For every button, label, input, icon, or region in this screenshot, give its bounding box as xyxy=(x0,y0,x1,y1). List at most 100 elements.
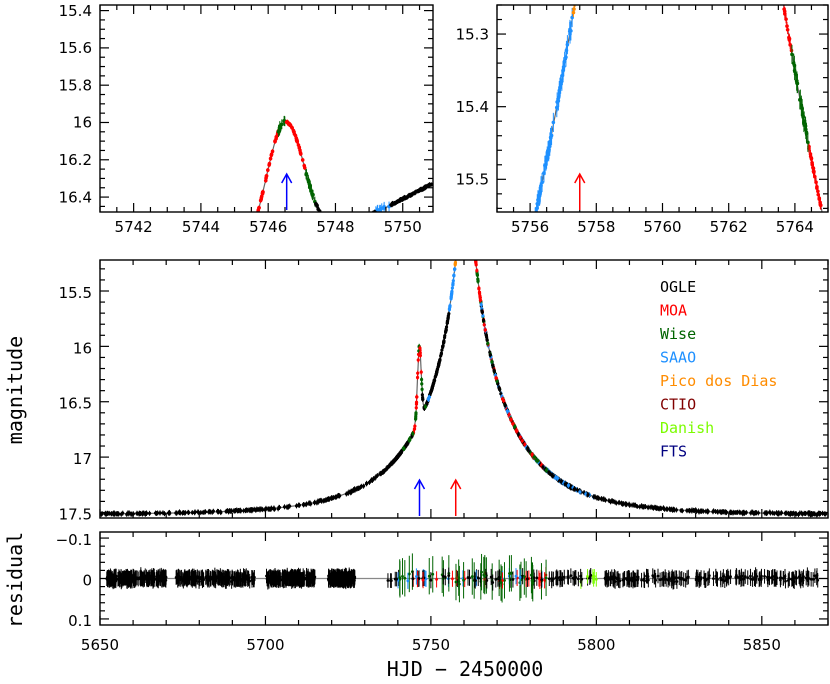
data-point xyxy=(472,240,475,243)
data-point xyxy=(613,500,617,504)
data-point xyxy=(193,275,197,279)
data-point xyxy=(261,190,265,194)
y-tick-label: 15.4 xyxy=(59,2,92,20)
data-point xyxy=(472,242,475,245)
data-point xyxy=(520,279,524,283)
data-point xyxy=(264,174,269,178)
data-point xyxy=(173,281,177,285)
data-point xyxy=(506,337,510,341)
x-tick-label: 5758 xyxy=(577,218,615,236)
data-point xyxy=(160,285,164,289)
data-point xyxy=(519,285,523,289)
data-point xyxy=(525,255,529,259)
data-point xyxy=(132,291,136,295)
data-point xyxy=(199,273,203,277)
data-point xyxy=(363,215,367,219)
data-point xyxy=(482,323,486,327)
data-point xyxy=(474,255,477,258)
data-point xyxy=(195,275,199,279)
data-point xyxy=(136,290,140,294)
data-point xyxy=(191,277,195,281)
data-point xyxy=(538,192,542,196)
data-point xyxy=(356,218,360,222)
data-point xyxy=(790,52,794,57)
data-point xyxy=(813,174,817,179)
legend-entry: Danish xyxy=(660,419,714,437)
data-point xyxy=(457,223,460,226)
data-point xyxy=(418,346,422,350)
data-point xyxy=(526,252,530,256)
data-point xyxy=(469,203,472,206)
data-point xyxy=(173,281,177,285)
data-point xyxy=(244,508,248,512)
data-point xyxy=(162,284,166,288)
data-point xyxy=(729,511,733,515)
data-point xyxy=(104,297,108,301)
data-point xyxy=(448,304,452,308)
data-point xyxy=(504,346,508,350)
data-point xyxy=(294,138,299,143)
data-point xyxy=(772,511,776,516)
data-point xyxy=(363,215,367,219)
data-point xyxy=(749,511,753,515)
data-point xyxy=(149,287,153,291)
data-point xyxy=(197,274,201,278)
data-point xyxy=(593,495,597,499)
data-point xyxy=(127,511,131,515)
data-point xyxy=(114,295,118,299)
data-point xyxy=(521,270,525,274)
data-point xyxy=(796,512,801,517)
data-point xyxy=(394,200,398,205)
data-point xyxy=(118,294,122,298)
data-point xyxy=(485,337,489,342)
data-point xyxy=(110,296,114,300)
data-point xyxy=(382,206,386,210)
data-point xyxy=(415,375,420,380)
data-point xyxy=(121,511,125,515)
data-point xyxy=(135,290,139,294)
data-point xyxy=(536,198,540,202)
data-point xyxy=(572,487,576,491)
data-point xyxy=(480,310,484,314)
data-point xyxy=(192,276,196,280)
data-point xyxy=(152,286,156,290)
y-tick-label: 16 xyxy=(73,339,92,357)
data-point xyxy=(276,507,280,511)
data-point xyxy=(208,271,212,275)
data-point xyxy=(488,353,492,357)
data-point xyxy=(391,460,395,464)
data-point xyxy=(617,501,621,505)
data-point xyxy=(420,387,424,391)
data-point xyxy=(119,295,123,299)
legend-entry: Wise xyxy=(660,325,696,343)
data-point xyxy=(358,217,362,221)
data-point xyxy=(213,269,217,273)
data-point xyxy=(141,289,145,293)
data-point xyxy=(568,27,572,32)
data-point xyxy=(735,510,740,514)
data-point xyxy=(668,508,672,512)
data-point xyxy=(173,281,177,285)
data-point xyxy=(465,165,468,168)
data-point xyxy=(526,246,530,250)
data-point xyxy=(474,254,477,257)
data-point xyxy=(453,262,457,266)
data-point xyxy=(129,291,133,295)
data-point xyxy=(522,268,526,272)
data-point xyxy=(742,511,747,515)
data-point xyxy=(244,244,248,248)
data-point xyxy=(191,276,195,280)
data-point xyxy=(220,268,224,272)
data-point xyxy=(113,296,117,300)
x-tick-label: 5748 xyxy=(316,218,354,236)
data-point xyxy=(223,266,227,270)
data-point xyxy=(104,298,108,302)
data-point xyxy=(446,314,450,318)
data-point xyxy=(155,286,159,290)
data-point xyxy=(469,198,472,201)
data-point xyxy=(246,242,250,246)
data-point xyxy=(470,211,473,214)
data-point xyxy=(319,498,323,502)
data-point xyxy=(470,215,473,218)
residual-plot-area xyxy=(100,553,828,603)
